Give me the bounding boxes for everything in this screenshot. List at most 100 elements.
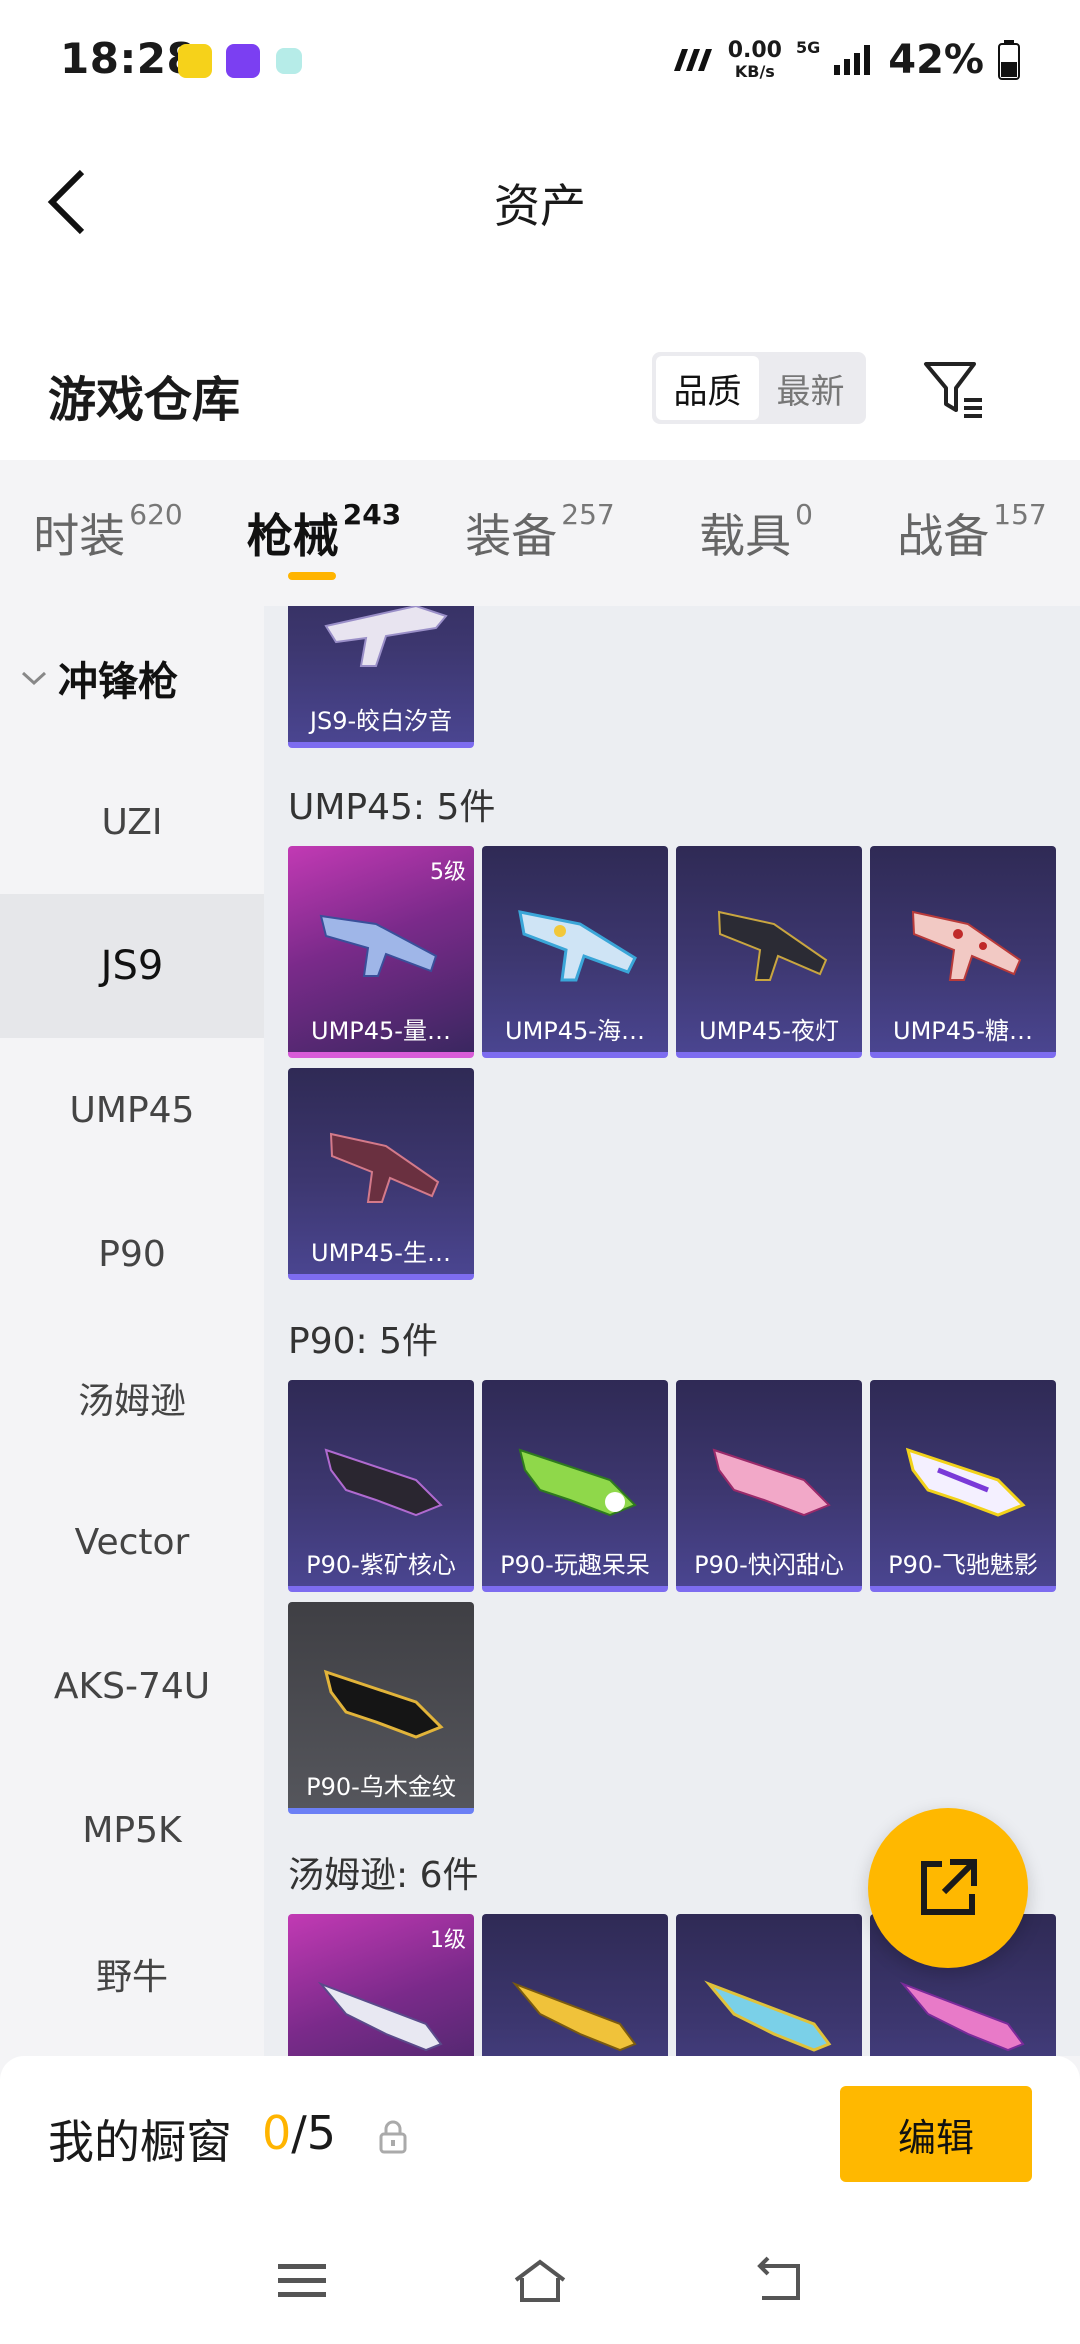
warehouse-header: 游戏仓库 品质 最新: [0, 280, 1080, 460]
sidebar-item-ump45[interactable]: UMP45: [0, 1038, 264, 1182]
menu-icon[interactable]: [272, 2256, 332, 2306]
weapon-name: UMP45-夜灯: [699, 1017, 839, 1045]
weapon-name: UMP45-量…: [311, 1017, 451, 1045]
group-label-thompson: 汤姆逊: 6件: [288, 1855, 479, 1896]
app-notification-icon: [276, 48, 302, 74]
tab-supplies[interactable]: 战备 157: [864, 460, 1080, 606]
signal-strength-icon: [834, 45, 871, 75]
lock-icon: [379, 2120, 407, 2154]
sort-quality-button[interactable]: 品质: [656, 356, 759, 420]
sort-newest-button[interactable]: 最新: [759, 356, 862, 420]
system-nav-bar: [0, 2216, 1080, 2344]
sidebar-item-mp5k[interactable]: MP5K: [0, 1758, 264, 1902]
my-showcase-bar: 我的橱窗 0/5 编辑: [0, 2056, 1080, 2216]
network-speed: 0.00 KB/s: [728, 40, 782, 80]
edit-button[interactable]: 编辑: [840, 2086, 1032, 2182]
status-indicators: 0.00 KB/s 5G 42%: [668, 36, 1020, 84]
share-icon: [921, 1859, 977, 1915]
weapon-image: [712, 1448, 831, 1517]
tab-label: 时装: [33, 509, 126, 563]
weapon-image: [319, 914, 438, 977]
sidebar-item-aks74u[interactable]: AKS-74U: [0, 1614, 264, 1758]
weapon-type-sidebar: 冲锋枪 UZI JS9 UMP45 P90 汤姆逊 Vector AKS-74U…: [0, 606, 264, 2056]
weapon-image: [911, 910, 1022, 981]
warehouse-title: 游戏仓库: [48, 372, 241, 428]
weapon-card[interactable]: UMP45-海…: [482, 846, 668, 1058]
weapon-card[interactable]: 1级: [288, 1914, 474, 2056]
tab-count: 257: [561, 498, 615, 531]
tab-count: 0: [795, 498, 813, 531]
weapon-name: P90-乌木金纹: [306, 1773, 456, 1801]
tab-fashion[interactable]: 时装 620: [0, 460, 216, 606]
tab-count: 620: [129, 498, 183, 531]
battery-icon: [998, 40, 1020, 80]
battery-percent: 42%: [888, 37, 984, 83]
showcase-separator: /: [291, 2106, 307, 2160]
weapon-card[interactable]: [676, 1914, 862, 2056]
sidebar-item-js9[interactable]: JS9: [0, 894, 264, 1038]
weapon-name: UMP45-海…: [505, 1017, 645, 1045]
weapon-name: P90-快闪甜心: [694, 1551, 844, 1579]
sidebar-item-uzi[interactable]: UZI: [0, 750, 264, 894]
page-title: 资产: [494, 179, 586, 233]
weapon-image: [905, 1447, 1026, 1517]
tab-vehicles[interactable]: 载具 0: [648, 460, 864, 606]
showcase-used: 0: [262, 2106, 292, 2160]
weapon-name: P90-飞驰魅影: [888, 1551, 1038, 1579]
weapon-card[interactable]: P90-乌木金纹: [288, 1602, 474, 1814]
weapon-image: [518, 1448, 637, 1517]
weapon-card[interactable]: JS9-皎白汐音: [288, 606, 474, 748]
weapon-card[interactable]: P90-飞驰魅影: [870, 1380, 1056, 1592]
chevron-down-icon: [21, 671, 47, 686]
weapon-image: [323, 1669, 444, 1739]
weapon-name: P90-紫矿核心: [306, 1551, 456, 1579]
home-icon[interactable]: [510, 2256, 570, 2306]
weapon-card[interactable]: P90-玩趣呆呆: [482, 1380, 668, 1592]
showcase-count: 0/5: [262, 2106, 336, 2160]
weapon-card[interactable]: 5级 UMP45-量…: [288, 846, 474, 1058]
signal-type: 5G: [795, 38, 821, 57]
sidebar-group-label: 冲锋枪: [58, 659, 178, 705]
tab-count: 157: [993, 498, 1047, 531]
weapon-card[interactable]: UMP45-生…: [288, 1068, 474, 1280]
weapon-name: UMP45-生…: [311, 1239, 451, 1267]
weapon-card[interactable]: P90-快闪甜心: [676, 1380, 862, 1592]
sort-toggle: 品质 最新: [652, 352, 866, 424]
category-tabs: 时装 620 枪械 243 装备 257 载具 0 战备 157: [0, 460, 1080, 606]
network-speed-value: 0.00: [727, 38, 782, 63]
tab-firearms[interactable]: 枪械 243: [216, 460, 432, 606]
showcase-title: 我的橱窗: [48, 2115, 232, 2169]
weapon-name: UMP45-糖…: [893, 1017, 1033, 1045]
back-icon[interactable]: [750, 2256, 810, 2306]
sidebar-item-thompson[interactable]: 汤姆逊: [0, 1326, 264, 1470]
weapon-card[interactable]: P90-紫矿核心: [288, 1380, 474, 1592]
sidebar-item-vector[interactable]: Vector: [0, 1470, 264, 1614]
weapon-image: [511, 1981, 637, 2052]
tab-count: 243: [342, 498, 402, 531]
weapon-image: [324, 1448, 443, 1517]
tab-label: 枪械: [246, 509, 339, 563]
network-speed-unit: KB/s: [734, 62, 775, 81]
showcase-total: 5: [306, 2106, 337, 2160]
weapon-image: [717, 910, 828, 981]
sidebar-group-smg[interactable]: 冲锋枪: [0, 606, 264, 750]
tab-label: 战备: [897, 509, 990, 563]
filter-icon[interactable]: [922, 358, 986, 422]
sidebar-item-bison[interactable]: 野牛: [0, 1902, 264, 2046]
active-tab-indicator: [288, 572, 336, 580]
tab-equipment[interactable]: 装备 257: [432, 460, 648, 606]
share-button[interactable]: [868, 1808, 1028, 1968]
weapon-card[interactable]: UMP45-夜灯: [676, 846, 862, 1058]
app-notification-icon: [178, 44, 212, 78]
header: 资产: [0, 120, 1080, 280]
weapon-card[interactable]: UMP45-糖…: [870, 846, 1056, 1058]
status-bar: 18:28 0.00 KB/s 5G 42%: [0, 0, 1080, 120]
weapon-image: [518, 910, 637, 982]
weapon-name: JS9-皎白汐音: [309, 707, 453, 735]
weapon-image: [317, 1981, 443, 2052]
weapon-card[interactable]: [482, 1914, 668, 2056]
app-notification-icon: [226, 44, 260, 78]
group-label-ump45: UMP45: 5件: [288, 787, 496, 828]
tab-label: 装备: [465, 509, 558, 563]
sidebar-item-p90[interactable]: P90: [0, 1182, 264, 1326]
